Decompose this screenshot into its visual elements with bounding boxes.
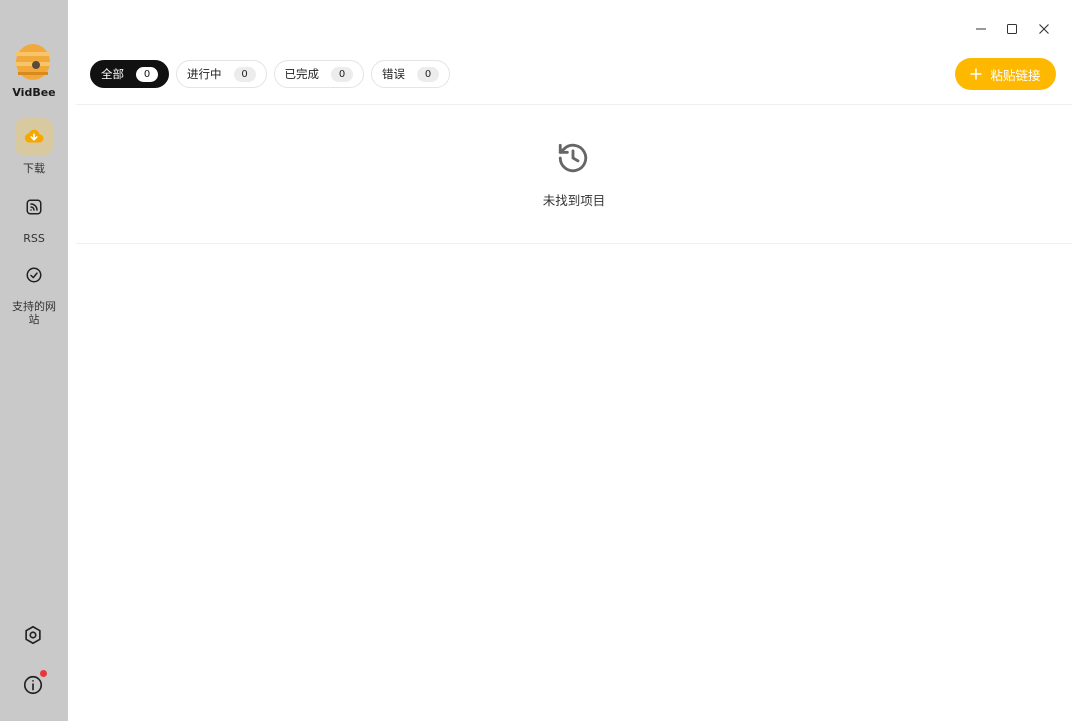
notification-dot (40, 670, 47, 677)
nav-icon-wrap (15, 256, 53, 294)
count-badge: 0 (136, 66, 158, 82)
tab-error[interactable]: 错误 0 (371, 60, 450, 88)
vidbee-logo-icon (16, 44, 50, 80)
tab-label: 全部 (101, 67, 124, 81)
close-button[interactable] (1033, 18, 1055, 40)
sidebar-item-supported-sites[interactable]: 支持的网站 (0, 256, 68, 326)
sidebar-item-download[interactable]: 下载 (0, 118, 68, 175)
maximize-button[interactable] (1001, 18, 1023, 40)
plus-icon (970, 68, 983, 80)
minimize-icon (976, 28, 986, 30)
check-circle-icon (26, 267, 42, 283)
tab-label: 已完成 (284, 67, 320, 81)
count-badge: 0 (417, 66, 439, 82)
tab-completed[interactable]: 已完成 0 (273, 60, 364, 88)
tab-label: 错误 (382, 67, 405, 81)
empty-state-text: 未找到项目 (542, 193, 606, 208)
count-badge: 0 (233, 66, 256, 82)
filter-tabs: 全部 0 进行中 0 已完成 0 错误 0 (90, 60, 450, 88)
sidebar-item-label: 支持的网站 (12, 300, 56, 326)
close-icon (1039, 24, 1049, 34)
settings-icon[interactable] (22, 624, 44, 646)
download-cloud-icon (24, 129, 44, 143)
tab-label: 进行中 (187, 67, 222, 81)
paste-link-label: 粘贴链接 (990, 67, 1041, 83)
info-icon[interactable] (22, 674, 44, 696)
download-list-empty-panel: 未找到项目 (76, 104, 1072, 244)
tab-all[interactable]: 全部 0 (90, 60, 169, 88)
sidebar-item-label: RSS (23, 232, 45, 245)
nav-active-highlight (15, 118, 53, 156)
app-name: VidBee (12, 86, 56, 99)
rss-icon (26, 199, 42, 215)
sidebar-item-label: 下载 (23, 162, 45, 175)
maximize-icon (1007, 24, 1017, 34)
sidebar: VidBee 下载 RSS 支持的网站 (0, 0, 68, 721)
count-badge: 0 (331, 66, 353, 82)
paste-link-button[interactable]: 粘贴链接 (955, 58, 1056, 90)
nav-icon-wrap (15, 188, 53, 226)
history-icon (558, 143, 588, 173)
sidebar-item-rss[interactable]: RSS (0, 188, 68, 245)
minimize-button[interactable] (970, 18, 992, 40)
tab-in-progress[interactable]: 进行中 0 (176, 60, 267, 88)
